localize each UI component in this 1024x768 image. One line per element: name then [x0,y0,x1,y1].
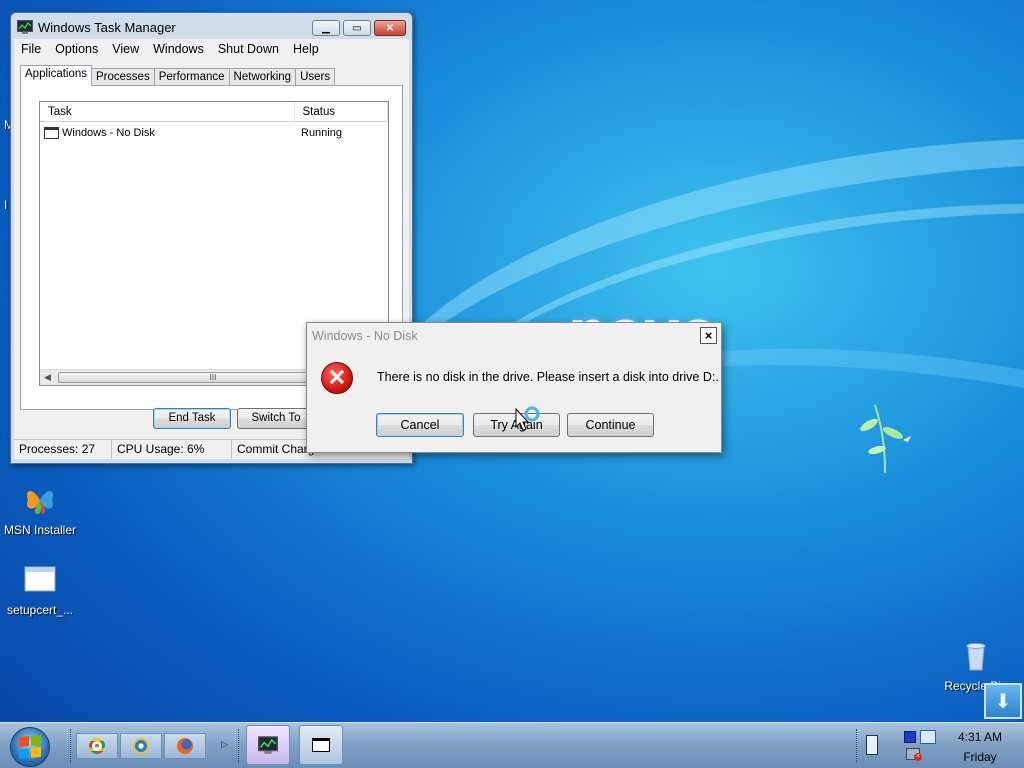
quick-launch-internet-explorer[interactable] [120,733,162,759]
download-arrow-button[interactable]: ⬇ [984,683,1022,719]
toolbar-grip[interactable] [238,729,241,763]
firefox-icon [177,738,193,754]
tab-applications[interactable]: Applications [20,65,93,86]
menu-options[interactable]: Options [48,42,105,56]
quick-launch-firefox[interactable] [164,733,206,759]
taskbar-clock[interactable]: 4:31 AM Friday [940,727,1020,767]
tab-networking[interactable]: Networking [228,68,297,86]
column-header-status[interactable]: Status [295,102,388,121]
dialog-title: Windows - No Disk [312,329,418,343]
quick-launch-chrome[interactable] [76,733,118,759]
menu-help[interactable]: Help [286,42,326,56]
clock-time: 4:31 AM [957,730,1003,744]
clock-day: Friday [963,750,997,764]
scroll-left-icon[interactable]: ◀ [44,372,51,383]
minimize-button[interactable]: ▁ [312,20,340,36]
menu-shut-down[interactable]: Shut Down [211,42,286,56]
task-name: Windows - No Disk [62,127,155,139]
toolbar-grip[interactable] [856,729,859,763]
menu-windows[interactable]: Windows [146,42,211,56]
error-icon: ✕ [321,362,353,394]
desktop-icon-setupcert[interactable]: setupcert_... [0,564,80,617]
system-tray: × [900,729,940,763]
start-button[interactable] [10,727,50,767]
window-icon [44,127,59,139]
action-center-icon[interactable] [920,730,936,744]
task-manager-titlebar[interactable]: Windows Task Manager [17,17,176,37]
busy-cursor-icon [515,406,540,431]
switch-to-button[interactable]: Switch To [237,408,315,429]
cancel-button[interactable]: Cancel [376,413,464,437]
task-manager-icon [258,736,278,754]
application-window-icon [24,566,56,592]
task-status: Running [301,127,342,139]
window-title: Windows Task Manager [38,19,176,35]
quick-launch-bar [76,733,206,759]
taskbar: ▷ × 4:31 AM Friday [0,722,1024,768]
tab-strip: Applications Processes Performance Netwo… [20,65,336,86]
taskbar-button-task-manager[interactable] [246,725,290,765]
internet-explorer-icon [133,738,149,754]
scroll-grip: III [209,373,217,382]
network-error-icon: × [914,753,922,761]
dialog-close-button[interactable]: × [700,327,717,344]
desktop-icon-msn-installer[interactable]: MSN Installer [0,484,80,537]
desktop-icon-label: MSN Installer [3,523,77,537]
arrow-down-icon: ⬇ [994,690,1012,713]
maximize-icon: ▭ [352,22,362,34]
close-icon: ✕ [385,22,395,34]
tray-app-icon[interactable] [904,731,916,743]
taskbar-button-no-disk-window[interactable] [299,725,343,765]
windows-logo-icon [19,734,41,760]
chrome-icon [89,738,105,754]
column-header-task[interactable]: Task [40,102,295,121]
no-disk-window-icon [312,738,330,752]
status-processes: Processes: 27 [14,440,112,459]
close-icon: × [704,328,713,343]
task-cell: Windows - No Disk [40,127,296,139]
tab-users[interactable]: Users [295,68,336,86]
msn-butterfly-icon [26,490,54,514]
status-cpu-usage: CPU Usage: 6% [112,440,232,459]
show-hidden-icons-icon[interactable] [866,735,878,755]
recycle-bin-icon [966,643,986,671]
minimize-icon: ▁ [322,22,330,34]
task-manager-app-icon [17,20,33,34]
close-button[interactable]: ✕ [374,20,406,36]
wallpaper-leaves-decoration [860,404,911,474]
dialog-message: There is no disk in the drive. Please in… [377,370,719,384]
desktop-icon-label-partial: I [4,198,8,212]
menu-view[interactable]: View [105,42,146,56]
menu-bar: File Options View Windows Shut Down Help [14,39,409,59]
tab-processes[interactable]: Processes [91,68,155,86]
task-list-header: Task Status [40,102,388,122]
toolbar-grip[interactable] [70,729,73,763]
end-task-button[interactable]: End Task [153,408,231,429]
continue-button[interactable]: Continue [567,413,654,437]
no-disk-dialog[interactable]: Windows - No Disk × ✕ There is no disk i… [306,322,722,453]
quick-launch-expand-icon[interactable]: ▷ [221,739,228,750]
maximize-button[interactable]: ▭ [343,20,371,36]
table-row[interactable]: Windows - No Disk Running [40,124,388,142]
menu-file[interactable]: File [14,42,48,56]
tab-performance[interactable]: Performance [153,68,230,86]
desktop-icon-label: setupcert_... [6,603,74,617]
